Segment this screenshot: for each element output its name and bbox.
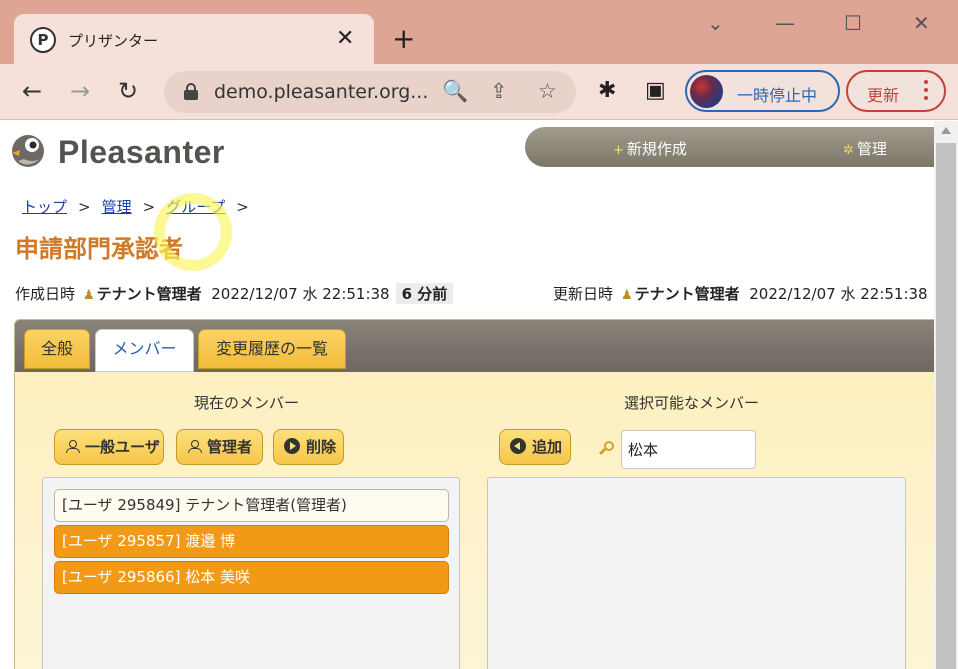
list-item[interactable]: [ユーザ 295866] 松本 美咲 — [54, 561, 449, 594]
new-tab-icon[interactable]: + — [392, 22, 415, 56]
vertical-scrollbar[interactable] — [934, 121, 958, 669]
updated-at: 2022/12/07 水 22:51:38 — [749, 285, 928, 303]
updated-by[interactable]: テナント管理者 — [635, 285, 740, 303]
tab-search-icon[interactable]: ⌄ — [707, 10, 724, 36]
tab-members[interactable]: メンバー — [95, 329, 194, 372]
breadcrumb-separator: > — [236, 198, 249, 216]
available-members-title: 選択可能なメンバー — [624, 394, 760, 412]
browser-titlebar: P プリザンター ✕ + ⌄ — ☐ ✕ — [0, 0, 958, 66]
tab-strip: 全般 メンバー 変更履歴の一覧 — [15, 320, 934, 372]
user-icon — [65, 439, 80, 453]
menu-kebab-icon[interactable] — [924, 80, 928, 102]
created-ago-badge: 6 分前 — [395, 283, 454, 304]
breadcrumb-separator: > — [78, 198, 91, 216]
update-label: 更新 — [867, 86, 900, 105]
list-item[interactable]: [ユーザ 295849] テナント管理者(管理者) — [54, 489, 449, 522]
menu-new-label: 新規作成 — [626, 140, 687, 158]
delete-button[interactable]: 削除 — [273, 429, 344, 465]
updated-label: 更新日時 — [553, 285, 614, 303]
zoom-icon[interactable]: 🔍 — [442, 78, 468, 104]
tab-general[interactable]: 全般 — [24, 329, 90, 369]
breadcrumb-separator: > — [142, 198, 156, 216]
url-text[interactable]: demo.pleasanter.org... — [214, 81, 428, 103]
address-bar[interactable]: demo.pleasanter.org... 🔍 ⇪ ☆ — [164, 71, 576, 113]
add-button[interactable]: 追加 — [499, 429, 571, 465]
add-label: 追加 — [532, 438, 563, 456]
lock-icon[interactable] — [184, 83, 198, 100]
gear-icon: ✲ — [843, 143, 854, 158]
created-at: 2022/12/07 水 22:51:38 — [211, 285, 390, 303]
forward-icon[interactable]: → — [70, 76, 90, 106]
tab-history[interactable]: 変更履歴の一覧 — [198, 329, 346, 369]
tab-close-icon[interactable]: ✕ — [336, 26, 354, 52]
admin-button[interactable]: 管理者 — [176, 429, 263, 465]
logo-text: Pleasanter — [58, 134, 225, 170]
admin-label: 管理者 — [207, 438, 253, 456]
updated-info: 更新日時 ♟ テナント管理者 2022/12/07 水 22:51:38 — [553, 283, 928, 304]
plus-icon: + — [613, 143, 624, 158]
bird-logo-icon — [12, 135, 44, 167]
top-menu-bar: + 新規作成 ✲ 管理 — [525, 127, 934, 167]
general-user-button[interactable]: 一般ユーザ — [54, 429, 164, 465]
delete-label: 削除 — [306, 438, 337, 456]
circle-arrow-right-icon — [284, 438, 300, 454]
current-members-title: 現在のメンバー — [194, 394, 300, 412]
menu-new-button[interactable]: + 新規作成 — [613, 138, 687, 159]
general-user-label: 一般ユーザ — [85, 438, 160, 456]
maximize-icon[interactable]: ☐ — [844, 10, 862, 36]
created-label: 作成日時 — [15, 285, 76, 303]
minimize-icon[interactable]: — — [775, 10, 795, 36]
user-icon: ♟ — [621, 288, 633, 303]
back-icon[interactable]: ← — [22, 76, 42, 106]
browser-toolbar: ← → ↻ demo.pleasanter.org... 🔍 ⇪ ☆ ✱ ▣ 一… — [0, 64, 958, 120]
bookmark-star-icon[interactable]: ☆ — [538, 78, 557, 104]
list-item[interactable]: [ユーザ 295857] 渡邉 博 — [54, 525, 449, 558]
created-info: 作成日時 ♟ テナント管理者 2022/12/07 水 22:51:38 6 分前 — [15, 283, 454, 304]
current-members-list[interactable]: [ユーザ 295849] テナント管理者(管理者) [ユーザ 295857] 渡… — [42, 477, 460, 669]
cursor-highlight — [154, 193, 232, 271]
breadcrumb-top[interactable]: トップ — [22, 198, 67, 216]
menu-manage-label: 管理 — [856, 140, 887, 158]
pleasanter-favicon-icon: P — [30, 27, 56, 53]
profile-button[interactable]: 一時停止中 — [685, 70, 840, 112]
user-icon: ♟ — [83, 288, 95, 303]
tab-panel: 全般 メンバー 変更履歴の一覧 現在のメンバー 選択可能なメンバー 一般ユーザ … — [14, 319, 934, 669]
scroll-thumb[interactable] — [936, 143, 956, 669]
avatar — [690, 75, 723, 108]
side-panel-icon[interactable]: ▣ — [645, 78, 666, 104]
window-close-icon[interactable]: ✕ — [913, 10, 930, 36]
available-members-list[interactable] — [487, 477, 906, 669]
member-search-input[interactable] — [621, 430, 756, 469]
share-icon[interactable]: ⇪ — [490, 78, 508, 104]
user-icon — [187, 439, 202, 453]
search-icon — [598, 441, 615, 457]
circle-arrow-left-icon — [510, 438, 526, 454]
scroll-up-icon[interactable] — [941, 127, 951, 134]
browser-tab[interactable]: P プリザンター ✕ — [14, 14, 374, 66]
extensions-icon[interactable]: ✱ — [598, 78, 616, 104]
profile-status: 一時停止中 — [737, 86, 818, 105]
page-content: Pleasanter + 新規作成 ✲ 管理 トップ > 管理 > グループ > 申請部門承認… — [0, 121, 934, 669]
created-by[interactable]: テナント管理者 — [97, 285, 202, 303]
tab-title: プリザンター — [68, 32, 159, 50]
menu-manage-button[interactable]: ✲ 管理 — [843, 138, 887, 159]
breadcrumb-manage[interactable]: 管理 — [102, 198, 132, 216]
update-button[interactable]: 更新 — [846, 70, 946, 112]
reload-icon[interactable]: ↻ — [118, 76, 138, 106]
